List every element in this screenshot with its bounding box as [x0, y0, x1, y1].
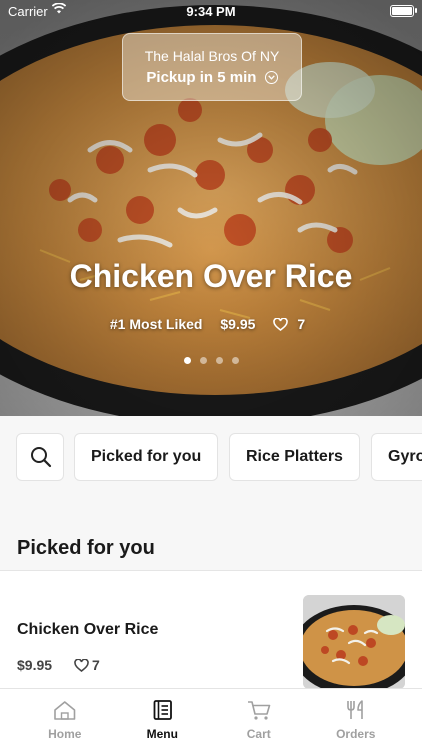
pickup-time[interactable]: Pickup in 5 min [123, 69, 301, 86]
category-bar: Picked for you Rice Platters Gyro [0, 416, 422, 506]
heart-icon [273, 318, 289, 331]
hero-price: $9.95 [220, 316, 256, 332]
tab-bar: Home Menu Cart Orders [0, 688, 422, 751]
menu-icon [153, 700, 172, 720]
menu-item-image [303, 595, 405, 689]
category-chip-picked-for-you[interactable]: Picked for you [74, 433, 219, 481]
cart-icon [248, 701, 271, 720]
menu-item-likes-count: 7 [92, 657, 100, 673]
hero-badge: #1 Most Liked [109, 316, 203, 332]
carousel-dot[interactable] [199, 357, 207, 364]
home-icon [54, 701, 76, 720]
carousel-dot[interactable] [215, 357, 223, 364]
tab-orders[interactable]: Orders [303, 689, 409, 751]
pickup-time-label: Pickup in 5 min [146, 69, 257, 86]
chevron-down-icon [264, 70, 278, 84]
clock: 9:34 PM [186, 4, 236, 19]
search-icon [31, 447, 52, 468]
search-button[interactable] [16, 433, 64, 481]
hero-likes: 7 [273, 316, 312, 332]
category-chip-gyro[interactable]: Gyro [371, 433, 422, 481]
hero-likes-count: 7 [297, 316, 306, 332]
hero-banner[interactable]: Carrier 9:34 PM The Halal Bros Of NY Pic… [0, 0, 422, 416]
category-chip-rice-platters[interactable]: Rice Platters [229, 433, 360, 481]
store-name: The Halal Bros Of NY [144, 48, 280, 64]
tab-cart-label: Cart [246, 727, 271, 741]
tab-home-label: Home [48, 727, 82, 741]
pickup-selector[interactable]: The Halal Bros Of NY Pickup in 5 min [122, 33, 302, 101]
menu-item-price: $9.95 [17, 657, 53, 673]
carousel-dots[interactable] [0, 357, 422, 364]
status-bar: Carrier 9:34 PM [0, 0, 422, 22]
battery-icon [390, 5, 414, 17]
tab-menu[interactable]: Menu [110, 689, 216, 751]
battery-nub [415, 8, 417, 13]
hero-dish-title: Chicken Over Rice [69, 258, 353, 294]
section-title: Picked for you [17, 537, 155, 559]
tab-menu-label: Menu [146, 727, 178, 741]
carousel-dot[interactable] [231, 357, 239, 364]
tab-home[interactable]: Home [12, 689, 118, 751]
hero-dish-meta: #1 Most Liked $9.95 7 [0, 316, 422, 332]
tab-cart[interactable]: Cart [206, 689, 312, 751]
menu-item[interactable]: Chicken Over Rice $9.95 7 [0, 571, 422, 689]
heart-icon [74, 658, 89, 673]
menu-item-name: Chicken Over Rice [17, 621, 159, 638]
tab-orders-label: Orders [336, 727, 376, 741]
menu-item-likes: 7 [74, 657, 100, 673]
carousel-dot[interactable] [183, 357, 191, 364]
utensils-icon [347, 700, 363, 719]
